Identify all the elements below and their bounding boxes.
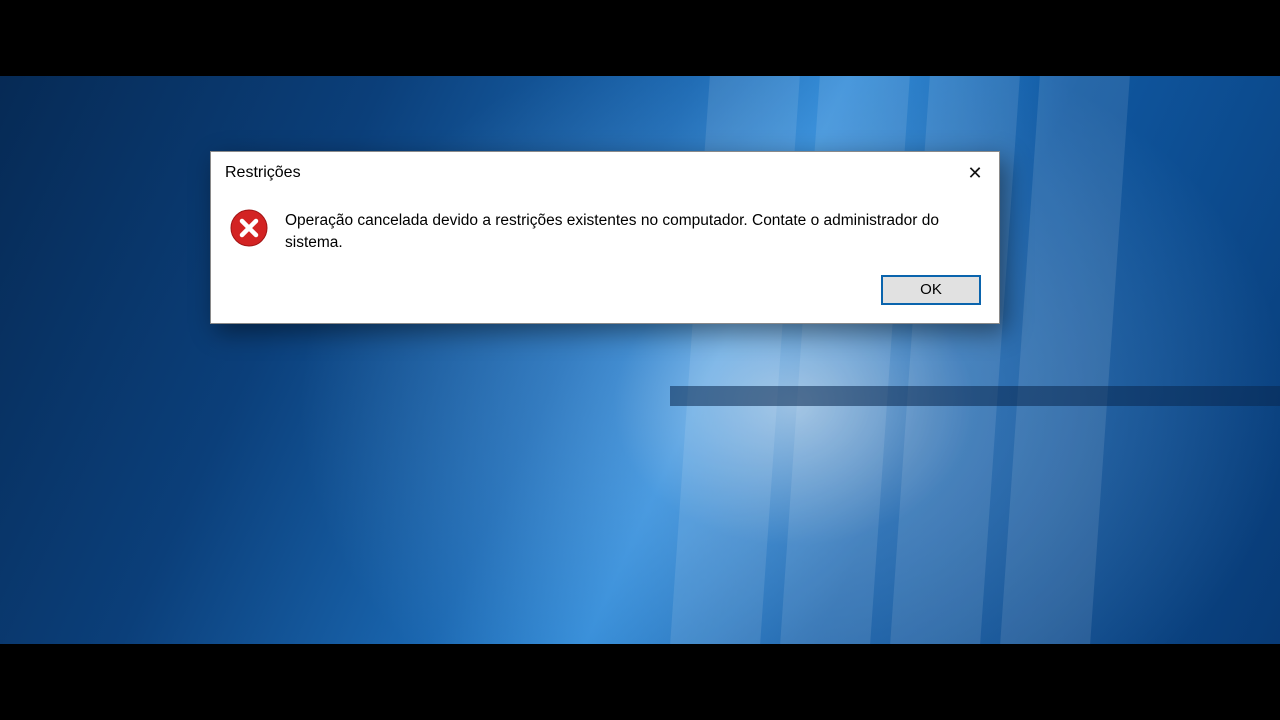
ok-button[interactable]: OK — [881, 275, 981, 305]
dialog-content: Operação cancelada devido a restrições e… — [211, 194, 999, 261]
dialog-titlebar[interactable]: Restrições ✕ — [211, 152, 999, 194]
dialog-footer: OK — [211, 261, 999, 323]
close-button[interactable]: ✕ — [951, 152, 999, 194]
error-icon — [229, 208, 269, 248]
dialog-message: Operação cancelada devido a restrições e… — [285, 206, 981, 255]
desktop-wallpaper: Restrições ✕ Operação cancelada devido a… — [0, 76, 1280, 644]
light-beam — [670, 386, 1280, 406]
dialog-title: Restrições — [225, 164, 951, 182]
light-beam — [996, 76, 1134, 644]
error-dialog: Restrições ✕ Operação cancelada devido a… — [210, 151, 1000, 324]
close-icon: ✕ — [967, 163, 982, 184]
